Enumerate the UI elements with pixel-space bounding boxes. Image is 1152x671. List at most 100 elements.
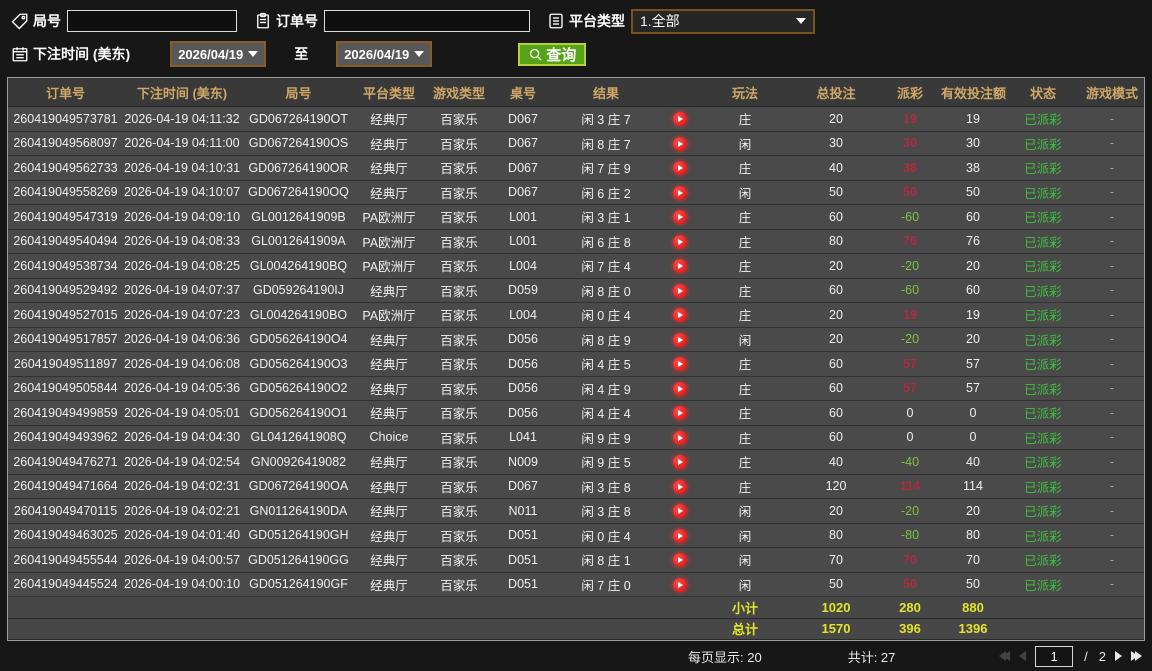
cell-play: 庄 [698,474,792,499]
cell-play: 闲 [698,180,792,205]
play-icon[interactable] [673,332,687,347]
play-icon[interactable] [673,406,687,421]
cell-valid: 70 [940,547,1006,573]
play-icon[interactable] [673,357,687,372]
play-icon[interactable] [673,234,687,249]
table-row: 260419049529492 2026-04-19 04:07:37 GD0592… [8,278,1144,303]
cell-platform: 经典厅 [356,106,422,132]
cell-play: 闲 [698,131,792,156]
cell-game: 百家乐 [422,302,496,328]
cell-bet: 60 [792,351,880,377]
cell-round: GN00926419082 [241,449,356,475]
column-header-9: 总投注 [792,78,880,107]
cell-order: 260419049511897 [8,351,123,377]
play-triangle [678,312,683,319]
cell-payout: 70 [880,547,940,573]
cell-replay [662,376,698,401]
cell-table: L001 [496,204,550,230]
cell-table: L041 [496,425,550,450]
cell-status: 已派彩 [1006,400,1080,426]
cell-bet: 60 [792,278,880,303]
play-triangle [678,434,683,441]
cell-payout: 38 [880,155,940,181]
cell-platform: 经典厅 [356,155,422,181]
play-icon[interactable] [673,577,687,592]
cell-status: 已派彩 [1006,327,1080,352]
cell-payout: 19 [880,106,940,132]
cell-game: 百家乐 [422,106,496,132]
cell-result: 闲 6 庄 2 [550,180,662,205]
cell-round: GD056264190O2 [241,376,356,401]
cell-status: 已派彩 [1006,547,1080,573]
round-number-input[interactable] [67,10,237,32]
cell-time: 2026-04-19 04:07:23 [123,302,241,328]
column-header-1: 下注时间 (美东) [123,78,241,107]
play-icon[interactable] [673,455,687,470]
play-icon[interactable] [673,185,687,200]
cell-time: 2026-04-19 04:11:00 [123,131,241,156]
cell-play: 庄 [698,425,792,450]
first-page-button[interactable] [999,651,1011,661]
cell-order: 260419049547319 [8,204,123,230]
cell-result: 闲 9 庄 9 [550,425,662,450]
platform-type-select[interactable]: 1.全部 [631,8,815,34]
play-icon[interactable] [673,553,687,568]
cell-round: GL0412641908Q [241,425,356,450]
cell-replay [662,302,698,328]
next-page-button[interactable] [1115,651,1122,661]
play-icon[interactable] [673,381,687,396]
play-icon[interactable] [673,259,687,274]
cell-valid: 0 [940,400,1006,426]
round-number-label: 局号 [33,13,61,29]
cell-payout: 50 [880,180,940,205]
cell-platform: 经典厅 [356,400,422,426]
cell-game: 百家乐 [422,229,496,254]
cell-payout: -20 [880,253,940,279]
play-icon[interactable] [673,210,687,225]
cell-status: 已派彩 [1006,180,1080,205]
cell-play: 庄 [698,229,792,254]
play-icon[interactable] [673,479,687,494]
table-row: 260419049517857 2026-04-19 04:06:36 GD0562… [8,327,1144,352]
cell-status: 已派彩 [1006,278,1080,303]
cell-replay [662,351,698,377]
cell-result: 闲 0 庄 4 [550,523,662,548]
date-to-value: 2026/04/19 [344,46,410,62]
order-number-input[interactable] [324,10,530,32]
query-button[interactable]: 查询 [518,42,587,66]
play-icon[interactable] [673,136,687,151]
play-icon[interactable] [673,528,687,543]
date-from-select[interactable]: 2026/04/19 [170,41,267,67]
play-icon[interactable] [673,430,687,445]
cell-time: 2026-04-19 04:02:21 [123,498,241,524]
play-icon[interactable] [673,161,687,176]
cell-time: 2026-04-19 04:10:07 [123,180,241,205]
play-icon[interactable] [673,112,687,127]
table-row: 260419049493962 2026-04-19 04:04:30 GL0412… [8,425,1144,450]
date-to-select[interactable]: 2026/04/19 [336,41,433,67]
cell-status: 已派彩 [1006,155,1080,181]
cell-mode: - [1080,376,1144,401]
last-page-button[interactable] [1131,651,1142,661]
cell-round: GD051264190GF [241,572,356,597]
play-icon[interactable] [673,504,687,519]
cell-valid: 50 [940,180,1006,205]
table-row: 260419049558269 2026-04-19 04:10:07 GD0672… [8,180,1144,205]
page-number-input[interactable] [1035,645,1074,667]
cell-status: 已派彩 [1006,302,1080,328]
play-triangle [678,263,683,270]
table-row: 260419049547319 2026-04-19 04:09:10 GL0012… [8,204,1144,230]
play-icon[interactable] [673,283,687,298]
play-icon[interactable] [673,308,687,323]
cell-result: 闲 8 庄 7 [550,131,662,156]
prev-page-button[interactable] [1019,651,1027,661]
cell-game: 百家乐 [422,498,496,524]
cell-game: 百家乐 [422,523,496,548]
cell-time: 2026-04-19 04:10:31 [123,155,241,181]
cell-round: GD056264190O4 [241,327,356,352]
play-triangle [678,140,683,147]
cell-mode: - [1080,155,1144,181]
cell-game: 百家乐 [422,327,496,352]
cell-replay [662,204,698,230]
cell-time: 2026-04-19 04:02:31 [123,474,241,499]
